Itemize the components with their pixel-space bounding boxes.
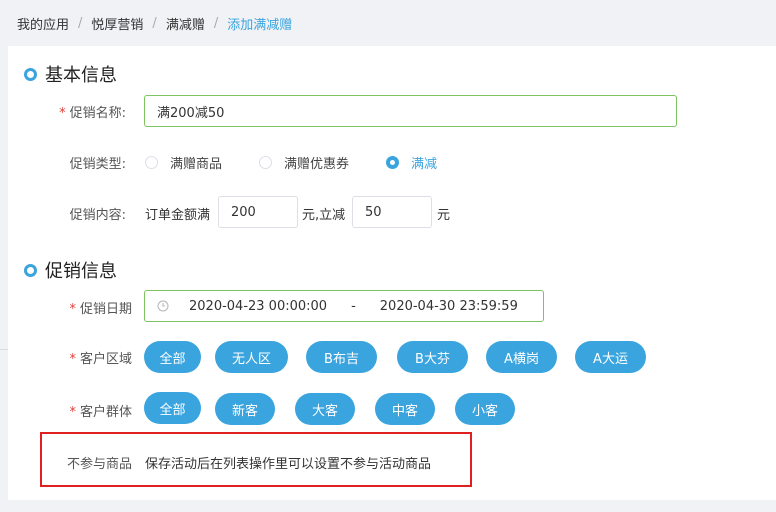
customer-group-label-text: 客户群体 [79,405,132,420]
content-middle: 元,立减 [302,208,346,223]
breadcrumb-item-apps[interactable]: 我的应用 [17,14,69,33]
radio-circle [145,156,158,169]
discount-amount-input[interactable]: 50 [352,196,432,228]
section-title-promo-info: 促销信息 [24,257,117,283]
section-title-text: 促销信息 [45,261,117,282]
highlight-box [40,432,472,487]
radio-gift-product[interactable]: 满赠商品 [145,153,222,172]
radio-label: 满赠商品 [170,157,223,172]
clock-icon [157,300,169,312]
required-mark: * [69,302,76,317]
breadcrumb-separator: / [213,15,219,31]
promo-content-label: 促销内容: [69,208,126,223]
date-range-separator: - [351,298,356,314]
promo-name-input[interactable]: 满200减50 [144,95,677,127]
breadcrumb-item-marketing[interactable]: 悦厚营销 [91,14,143,33]
radio-circle [259,156,272,169]
region-tag-ahenggang[interactable]: A横岗 [486,341,557,373]
breadcrumb-item-full-reduction[interactable]: 满减赠 [166,14,205,33]
date-start: 2020-04-23 00:00:00 [189,298,328,314]
promo-name-label: * 促销名称: [6,102,126,121]
region-tag-all[interactable]: 全部 [144,341,201,373]
radio-gift-coupon[interactable]: 满赠优惠券 [259,153,349,172]
required-mark: * [69,352,76,367]
group-tag-new[interactable]: 新客 [215,393,275,425]
required-mark: * [59,106,66,121]
date-end: 2020-04-30 23:59:59 [379,298,518,314]
radio-label: 满减 [411,157,438,172]
radio-label: 满赠优惠券 [284,157,350,172]
content-prefix: 订单金额满 [145,208,211,223]
ring-dot-icon [24,67,37,81]
region-tag-bdafen[interactable]: B大芬 [397,341,468,373]
promo-type-label: 促销类型: [69,157,126,172]
customer-region-label: * 客户区域 [12,348,132,367]
promo-date-label-text: 促销日期 [79,302,132,317]
section-title-text: 基本信息 [45,65,117,86]
region-tag-adayun[interactable]: A大运 [575,341,646,373]
customer-region-label-text: 客户区域 [79,352,132,367]
radio-circle [386,156,399,169]
ring-dot-icon [24,263,37,277]
content-suffix: 元 [437,208,451,223]
promo-name-label-text: 促销名称: [69,106,126,121]
threshold-amount-input[interactable]: 200 [218,196,298,228]
group-tag-all[interactable]: 全部 [144,392,201,424]
breadcrumb: 我的应用 / 悦厚营销 / 满减赠 / 添加满减赠 [0,0,776,46]
breadcrumb-separator: / [152,15,157,31]
region-tag-wurenqu[interactable]: 无人区 [215,341,288,373]
breadcrumb-separator: / [78,15,83,31]
breadcrumb-item-current: 添加满减赠 [227,17,293,33]
group-tag-large[interactable]: 大客 [295,393,355,425]
group-tag-small[interactable]: 小客 [455,393,515,425]
customer-group-label: * 客户群体 [12,401,132,420]
section-title-basic-info: 基本信息 [24,61,117,87]
promo-date-label: * 促销日期 [12,298,132,317]
region-tag-bbuji[interactable]: B布吉 [306,341,377,373]
required-mark: * [69,405,76,420]
date-range-picker[interactable]: 2020-04-23 00:00:00 - 2020-04-30 23:59:5… [144,290,544,322]
radio-full-reduction[interactable]: 满减 [386,153,437,172]
group-tag-medium[interactable]: 中客 [375,393,435,425]
